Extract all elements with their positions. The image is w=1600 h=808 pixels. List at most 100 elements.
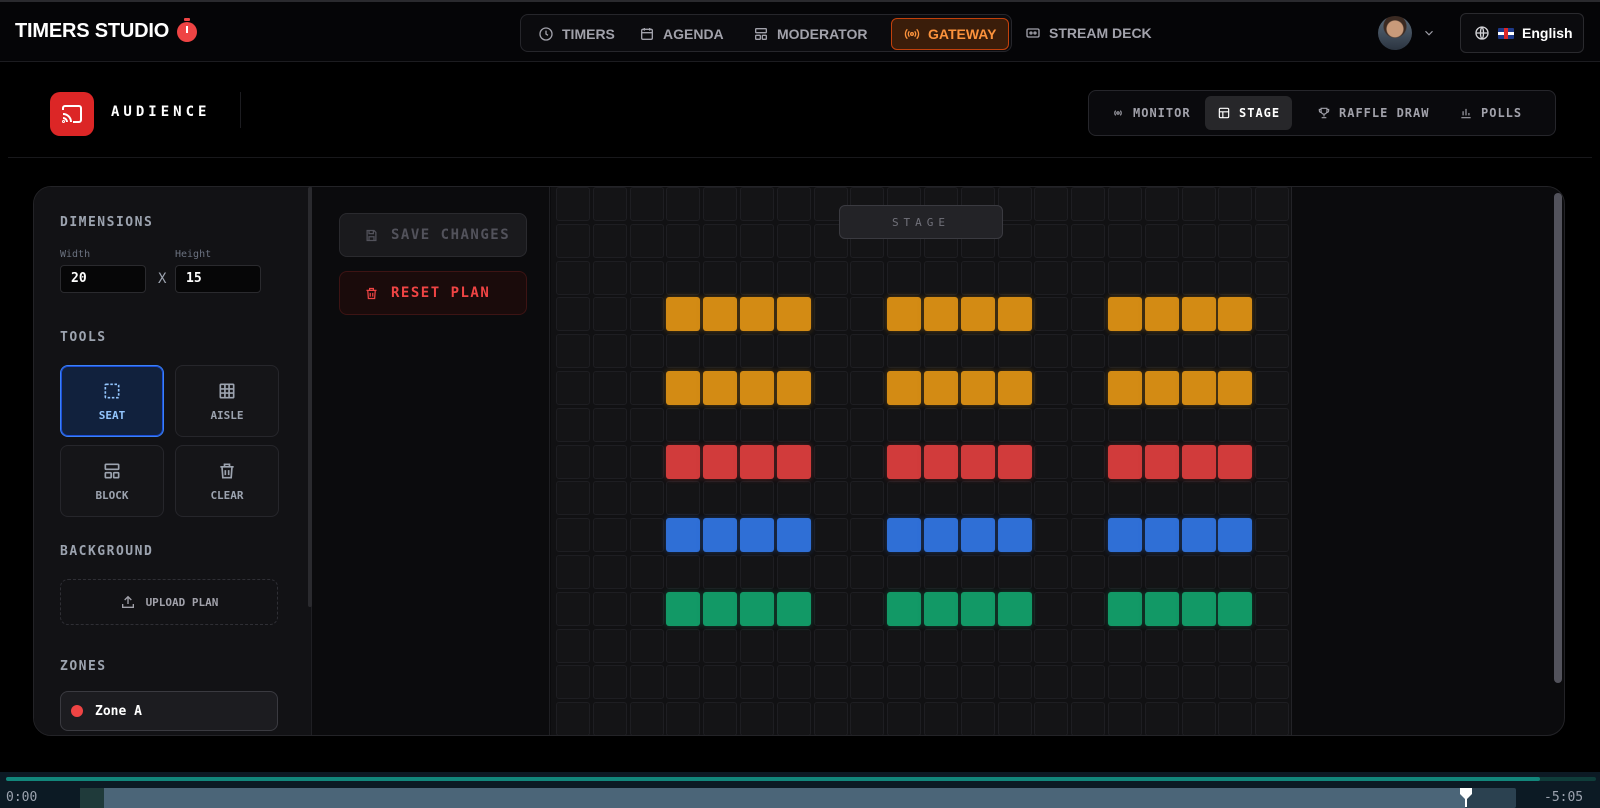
- grid-cell[interactable]: [1108, 260, 1142, 295]
- grid-cell[interactable]: [1181, 555, 1216, 589]
- grid-cell[interactable]: [703, 665, 738, 700]
- seat[interactable]: [666, 371, 701, 405]
- seat[interactable]: [924, 518, 958, 553]
- grid-cell[interactable]: [1255, 555, 1290, 589]
- grid-cell[interactable]: [1181, 260, 1216, 295]
- grid-cell[interactable]: [740, 481, 774, 516]
- grid-cell[interactable]: [997, 555, 1032, 589]
- grid-cell[interactable]: [1255, 591, 1290, 626]
- grid-cell[interactable]: [960, 555, 995, 589]
- seek-thumb-icon[interactable]: [1459, 787, 1473, 807]
- grid-cell[interactable]: [1108, 407, 1142, 442]
- seat[interactable]: [1108, 444, 1142, 479]
- grid-cell[interactable]: [1034, 223, 1069, 258]
- grid-cell[interactable]: [1255, 444, 1290, 479]
- user-avatar[interactable]: [1378, 16, 1412, 50]
- grid-cell[interactable]: [924, 260, 958, 295]
- grid-cell[interactable]: [1071, 371, 1106, 405]
- grid-cell[interactable]: [850, 260, 885, 295]
- grid-cell[interactable]: [1034, 444, 1069, 479]
- grid-cell[interactable]: [666, 628, 701, 663]
- grid-cell[interactable]: [1034, 260, 1069, 295]
- grid-cell[interactable]: [887, 702, 922, 735]
- grid-cell[interactable]: [850, 407, 885, 442]
- seat[interactable]: [924, 591, 958, 626]
- grid-cell[interactable]: [1181, 702, 1216, 735]
- grid-cell[interactable]: [740, 702, 774, 735]
- grid-cell[interactable]: [1108, 555, 1142, 589]
- seek-bar[interactable]: [80, 788, 1516, 808]
- grid-cell[interactable]: [1181, 481, 1216, 516]
- grid-cell[interactable]: [1071, 628, 1106, 663]
- grid-cell[interactable]: [629, 407, 664, 442]
- grid-cell[interactable]: [740, 223, 774, 258]
- grid-cell[interactable]: [1071, 407, 1106, 442]
- grid-cell[interactable]: [924, 665, 958, 700]
- grid-cell[interactable]: [1071, 187, 1106, 221]
- grid-cell[interactable]: [1218, 555, 1253, 589]
- grid-cell[interactable]: [556, 555, 590, 589]
- grid-cell[interactable]: [776, 407, 811, 442]
- grid-cell[interactable]: [592, 702, 627, 735]
- grid-cell[interactable]: [850, 628, 885, 663]
- seat[interactable]: [703, 297, 738, 332]
- grid-cell[interactable]: [887, 555, 922, 589]
- grid-cell[interactable]: [813, 518, 848, 553]
- grid-cell[interactable]: [776, 702, 811, 735]
- grid-cell[interactable]: [1144, 665, 1179, 700]
- grid-cell[interactable]: [740, 260, 774, 295]
- tab-agenda[interactable]: AGENDA: [627, 18, 736, 50]
- grid-cell[interactable]: [887, 260, 922, 295]
- grid-cell[interactable]: [592, 628, 627, 663]
- grid-cell[interactable]: [1255, 518, 1290, 553]
- grid-cell[interactable]: [850, 371, 885, 405]
- grid-cell[interactable]: [1034, 665, 1069, 700]
- width-input[interactable]: 20: [60, 265, 146, 293]
- seat[interactable]: [924, 444, 958, 479]
- seat[interactable]: [924, 371, 958, 405]
- seat[interactable]: [740, 444, 774, 479]
- seat[interactable]: [703, 371, 738, 405]
- grid-cell[interactable]: [997, 628, 1032, 663]
- grid-cell[interactable]: [592, 371, 627, 405]
- grid-cell[interactable]: [960, 702, 995, 735]
- grid-cell[interactable]: [1144, 628, 1179, 663]
- grid-cell[interactable]: [887, 407, 922, 442]
- grid-cell[interactable]: [1181, 628, 1216, 663]
- grid-cell[interactable]: [629, 223, 664, 258]
- grid-cell[interactable]: [850, 665, 885, 700]
- grid-cell[interactable]: [1181, 665, 1216, 700]
- grid-cell[interactable]: [1144, 702, 1179, 735]
- grid-cell[interactable]: [666, 260, 701, 295]
- grid-cell[interactable]: [703, 702, 738, 735]
- grid-cell[interactable]: [776, 223, 811, 258]
- grid-cell[interactable]: [813, 260, 848, 295]
- grid-cell[interactable]: [850, 702, 885, 735]
- seat[interactable]: [887, 297, 922, 332]
- grid-cell[interactable]: [1108, 702, 1142, 735]
- grid-cell[interactable]: [850, 555, 885, 589]
- seat[interactable]: [960, 444, 995, 479]
- seat[interactable]: [1108, 371, 1142, 405]
- grid-cell[interactable]: [556, 702, 590, 735]
- grid-cell[interactable]: [887, 334, 922, 369]
- grid-cell[interactable]: [776, 481, 811, 516]
- grid-cell[interactable]: [1255, 665, 1290, 700]
- grid-cell[interactable]: [556, 518, 590, 553]
- grid-cell[interactable]: [556, 481, 590, 516]
- tool-block-button[interactable]: BLOCK: [60, 445, 164, 517]
- grid-cell[interactable]: [666, 481, 701, 516]
- seat[interactable]: [887, 371, 922, 405]
- grid-cell[interactable]: [1218, 628, 1253, 663]
- grid-cell[interactable]: [776, 665, 811, 700]
- grid-cell[interactable]: [1181, 223, 1216, 258]
- grid-cell[interactable]: [887, 628, 922, 663]
- seat[interactable]: [1181, 444, 1216, 479]
- tool-clear-button[interactable]: CLEAR: [175, 445, 279, 517]
- grid-cell[interactable]: [1218, 223, 1253, 258]
- grid-cell[interactable]: [997, 702, 1032, 735]
- seat[interactable]: [1144, 444, 1179, 479]
- seat[interactable]: [924, 297, 958, 332]
- grid-cell[interactable]: [556, 407, 590, 442]
- grid-cell[interactable]: [629, 297, 664, 332]
